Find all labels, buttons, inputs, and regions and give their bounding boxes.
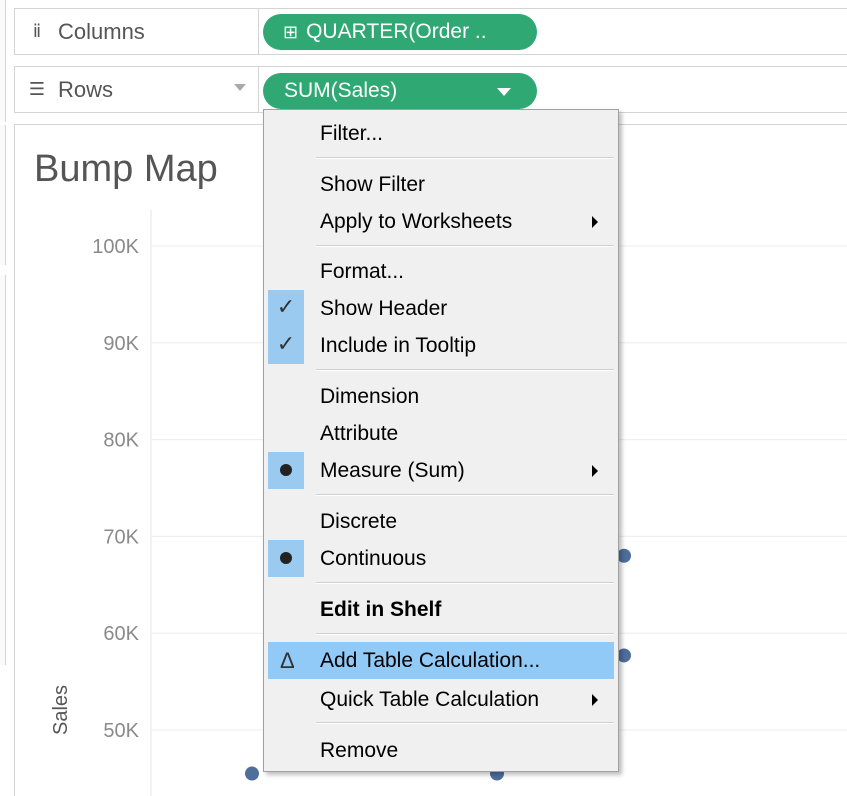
y-tick-label: 50K (103, 720, 139, 742)
menu-item-show-header[interactable]: ✓ Show Header (264, 290, 618, 327)
y-tick-label: 80K (103, 430, 139, 452)
menu-item-discrete[interactable]: Discrete (264, 503, 618, 540)
menu-item-measure-sum[interactable]: Measure (Sum) (264, 452, 618, 489)
pill-context-menu: Filter... Show Filter Apply to Worksheets F… (263, 109, 619, 772)
menu-separator (316, 494, 614, 496)
menu-item-remove[interactable]: Remove (264, 732, 618, 769)
menu-item-format[interactable]: Format... (264, 253, 618, 290)
menu-item-dimension[interactable]: Dimension (264, 378, 618, 415)
menu-item-show-filter[interactable]: Show Filter (264, 166, 618, 203)
y-tick-label: 90K (103, 333, 139, 355)
checkmark-icon: ✓ (268, 290, 304, 327)
menu-item-attribute[interactable]: Attribute (264, 415, 618, 452)
submenu-arrow-icon (592, 694, 598, 706)
menu-separator (316, 582, 614, 584)
submenu-arrow-icon (592, 465, 598, 477)
menu-item-label: Continuous (320, 547, 427, 570)
menu-item-label: Attribute (320, 422, 399, 445)
menu-item-apply-to-worksheets[interactable]: Apply to Worksheets (264, 203, 618, 240)
menu-item-label: Remove (320, 739, 399, 762)
menu-separator (316, 722, 614, 724)
menu-item-label: Show Filter (320, 173, 426, 196)
menu-item-filter[interactable]: Filter... (264, 115, 618, 152)
y-tick-label: 70K (103, 526, 139, 548)
menu-item-label: Add Table Calculation... (320, 649, 541, 672)
submenu-arrow-icon (592, 216, 598, 228)
menu-item-label: Show Header (320, 297, 448, 320)
delta-icon: Δ (280, 648, 295, 673)
radio-dot-icon (268, 540, 304, 577)
menu-item-label: Dimension (320, 385, 420, 408)
menu-item-label: Format... (320, 260, 405, 283)
menu-item-label: Edit in Shelf (320, 598, 442, 621)
data-point[interactable] (245, 766, 259, 781)
menu-separator (316, 157, 614, 159)
checkmark-icon: ✓ (268, 327, 304, 364)
radio-dot-icon (268, 452, 304, 489)
y-tick-label: 100K (92, 236, 139, 258)
menu-item-edit-in-shelf[interactable]: Edit in Shelf (264, 591, 618, 628)
data-point[interactable] (617, 548, 631, 563)
y-tick-label: 60K (103, 623, 139, 645)
menu-item-label: Discrete (320, 510, 398, 533)
menu-item-quick-table-calculation[interactable]: Quick Table Calculation (264, 681, 618, 718)
menu-separator (316, 245, 614, 247)
menu-separator (316, 369, 614, 371)
menu-separator (316, 633, 614, 635)
menu-item-add-table-calculation[interactable]: Δ Add Table Calculation... (268, 642, 614, 679)
menu-item-label: Quick Table Calculation (320, 688, 540, 711)
menu-item-label: Filter... (320, 122, 384, 145)
menu-item-label: Include in Tooltip (320, 334, 477, 357)
menu-item-label: Measure (Sum) (320, 459, 465, 482)
y-axis-title: Sales (50, 685, 72, 735)
data-point[interactable] (617, 648, 631, 663)
menu-item-label: Apply to Worksheets (320, 210, 513, 233)
menu-item-continuous[interactable]: Continuous (264, 540, 618, 577)
menu-item-include-in-tooltip[interactable]: ✓ Include in Tooltip (264, 327, 618, 364)
